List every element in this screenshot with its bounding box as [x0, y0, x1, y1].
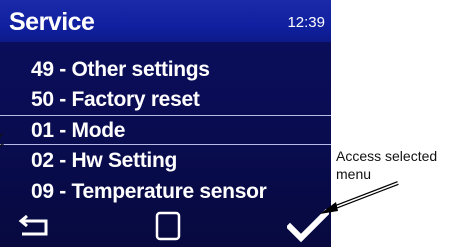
page-title: Service [9, 8, 95, 36]
menu-item-49-other-settings[interactable]: 49 - Other settings [0, 55, 331, 85]
menu-item-02-hw-setting[interactable]: 02 - Hw Setting [0, 146, 331, 176]
back-button[interactable] [18, 212, 58, 238]
menu-item-09-temperature-sensor[interactable]: 09 - Temperature sensor [0, 177, 331, 207]
callout-edge-mark [0, 131, 5, 151]
menu-item-label: 49 - Other settings [31, 58, 210, 81]
softkey-bar [0, 205, 331, 247]
home-button[interactable] [155, 211, 181, 241]
home-square-icon [155, 211, 181, 241]
menu-item-01-mode[interactable]: 01 - Mode [0, 115, 331, 145]
callout-line-2: menu [336, 166, 372, 182]
checkmark-icon [285, 208, 331, 243]
back-arrow-icon [18, 214, 48, 236]
menu-item-label: 01 - Mode [31, 119, 126, 142]
device-screen: Service 12:39 49 - Other settings 50 - F… [0, 0, 331, 247]
callout-line-1: Access selected [336, 148, 438, 164]
callout-edge-glyph [0, 133, 5, 149]
menu-item-label: 02 - Hw Setting [31, 149, 178, 172]
clock: 12:39 [287, 14, 325, 31]
menu-item-label: 50 - Factory reset [31, 88, 200, 111]
menu-item-label: 09 - Temperature sensor [31, 180, 267, 203]
confirm-button[interactable] [285, 208, 331, 243]
menu-item-50-factory-reset[interactable]: 50 - Factory reset [0, 85, 331, 115]
title-bar: Service 12:39 [0, 0, 331, 42]
callout-text: Access selected menu [336, 147, 437, 183]
